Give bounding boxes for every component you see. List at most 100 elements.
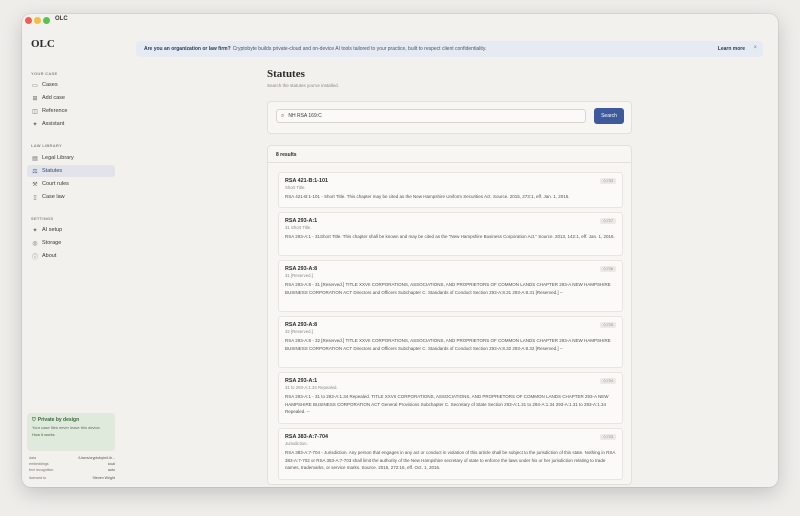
- sidebar-item-court-rules[interactable]: ⚒ Court rules: [27, 178, 115, 190]
- relevance-score-badge: 0.733: [600, 178, 616, 184]
- search-button[interactable]: Search: [594, 108, 624, 124]
- page-title: Statutes: [267, 68, 305, 80]
- learn-more-link[interactable]: Learn more: [718, 46, 745, 52]
- result-item[interactable]: RSA 293-A:1 31 to 293-A:1.34 Repealed. R…: [278, 372, 623, 424]
- database-icon: ◎: [32, 240, 38, 247]
- banner-heading: Are you an organization or law firm?: [144, 46, 231, 52]
- meta-key: data: [29, 456, 36, 460]
- shield-icon: ⛉: [32, 417, 36, 423]
- sparkle-icon: ✦: [32, 121, 38, 128]
- relevance-score-badge: 0.727: [600, 218, 616, 224]
- sidebar-item-add-case[interactable]: ⊞ Add case: [27, 92, 115, 104]
- sidebar-item-label: Add case: [42, 95, 65, 101]
- search-icon: ⌕: [281, 112, 285, 119]
- meta-value: Steven Wright: [92, 476, 115, 480]
- result-item[interactable]: RSA 383-A:7-704 Jurisdiction. RSA 383-A:…: [278, 428, 623, 480]
- sidebar-item-ai-setup[interactable]: ✦ AI setup: [27, 224, 115, 236]
- section-label-law-library: LAW LIBRARY: [31, 143, 62, 148]
- meta-key: embeddings: [29, 462, 49, 466]
- privacy-title-text: Private by design: [37, 417, 80, 423]
- banner-text: Cryptobyte builds private-cloud and on-d…: [232, 46, 487, 52]
- search-card: ⌕ NH RSA 169:C Search: [267, 101, 632, 134]
- close-window-button[interactable]: [25, 17, 32, 24]
- privacy-title: ⛉ Private by design: [32, 417, 110, 423]
- result-subtitle: 32 [Reserved.]: [285, 329, 313, 334]
- sidebar-item-statutes[interactable]: ⚖ Statutes: [27, 165, 115, 177]
- result-title: RSA 293-A:8: [285, 322, 318, 328]
- meta-value: /Users/cryptobyte/Lib...: [78, 456, 115, 460]
- sidebar-item-label: Reference: [42, 108, 68, 114]
- relevance-score-badge: 0.723: [600, 434, 616, 440]
- result-item[interactable]: RSA 293-A:8 32 [Reserved.] RSA 293-A:8 -…: [278, 316, 623, 368]
- sidebar-item-label: Storage: [42, 240, 62, 246]
- result-title: RSA 293-A:1: [285, 218, 318, 224]
- meta-row-data: data /Users/cryptobyte/Lib...: [29, 456, 115, 460]
- result-excerpt: RSA 293-A:8 - 32 [Reserved.] TITLE XXVII…: [285, 338, 611, 351]
- result-subtitle: Jurisdiction.: [285, 441, 308, 446]
- info-icon: ⓘ: [31, 254, 38, 261]
- gavel-icon: ⚒: [32, 181, 38, 188]
- sidebar-item-about[interactable]: ⓘ About: [27, 250, 115, 262]
- sidebar-item-label: Case law: [42, 194, 65, 200]
- result-title: RSA 293-A:1: [285, 378, 318, 384]
- meta-key: licensed to: [29, 476, 47, 480]
- result-title: RSA 421-B:1-101: [285, 178, 328, 184]
- privacy-description: Your case files never leave this device.: [32, 425, 101, 430]
- relevance-score-badge: 0.725: [600, 322, 616, 328]
- results-count: 8 results: [268, 146, 631, 163]
- result-excerpt: RSA 293-A:8 - 31 [Reserved.] TITLE XXVII…: [285, 282, 611, 295]
- minimize-window-button[interactable]: [34, 17, 41, 24]
- sidebar-item-label: Court rules: [42, 181, 69, 187]
- sidebar-item-storage[interactable]: ◎ Storage: [27, 237, 115, 249]
- book-icon: ◫: [32, 108, 38, 115]
- sidebar-item-case-law[interactable]: ▯ Case law: [27, 191, 115, 203]
- relevance-score-badge: 0.724: [600, 378, 616, 384]
- sidebar-item-cases[interactable]: ▭ Cases: [27, 79, 115, 91]
- result-title: RSA 293-A:8: [285, 266, 318, 272]
- page-subtitle: Search the statutes you've installed.: [267, 83, 339, 88]
- privacy-card[interactable]: ⛉ Private by design Your case files neve…: [27, 413, 115, 451]
- results-card: 8 results RSA 421-B:1-101 Short Title. R…: [267, 145, 632, 485]
- sidebar-item-label: Legal Library: [42, 155, 74, 161]
- app-brand: OLC: [31, 38, 55, 50]
- result-excerpt: RSA 383-A:7-704 - Jurisdiction. Any pers…: [285, 450, 616, 470]
- result-item[interactable]: RSA 293-A:1 31 Short Title. RSA 293-A:1 …: [278, 212, 623, 256]
- plus-square-icon: ⊞: [32, 95, 38, 102]
- how-it-works-link[interactable]: How it works: [32, 432, 110, 437]
- search-input[interactable]: ⌕ NH RSA 169:C: [276, 109, 586, 123]
- sparkle-icon: ✦: [32, 227, 38, 234]
- result-item[interactable]: RSA 421-B:1-101 Short Title. RSA 421-B:1…: [278, 172, 623, 208]
- sidebar-item-assistant[interactable]: ✦ Assistant: [27, 118, 115, 130]
- section-label-settings: SETTINGS: [31, 216, 54, 221]
- meta-value: auto: [108, 468, 115, 472]
- sidebar-item-label: About: [42, 253, 57, 259]
- document-icon: ▯: [33, 194, 37, 201]
- meta-value: local: [107, 462, 115, 466]
- window-title: OLC: [55, 16, 68, 22]
- result-subtitle: 31 [Reserved.]: [285, 273, 313, 278]
- zoom-window-button[interactable]: [43, 17, 50, 24]
- section-label-your-case: YOUR CASE: [31, 71, 58, 76]
- result-subtitle: Short Title.: [285, 185, 306, 190]
- title-bar: OLC: [22, 14, 778, 28]
- result-title: RSA 383-A:7-704: [285, 434, 328, 440]
- result-item[interactable]: RSA 293-A:8 31 [Reserved.] RSA 293-A:8 -…: [278, 260, 623, 312]
- library-icon: ▤: [32, 155, 38, 162]
- result-excerpt: RSA 421-B:1-101 - Short Title. This chap…: [285, 194, 570, 199]
- meta-row-text-recognition: text recognition auto: [29, 468, 115, 472]
- result-excerpt: RSA 293-A:1 - 31 to 293-A:1.34 Repealed.…: [285, 394, 609, 414]
- meta-row-embeddings: embeddings local: [29, 462, 115, 466]
- promo-banner: Are you an organization or law firm? Cry…: [136, 41, 763, 57]
- sidebar-item-label: Cases: [42, 82, 58, 88]
- relevance-score-badge: 0.726: [600, 266, 616, 272]
- meta-key: text recognition: [29, 468, 54, 472]
- sidebar-item-reference[interactable]: ◫ Reference: [27, 105, 115, 117]
- sidebar-item-label: Assistant: [42, 121, 65, 127]
- result-subtitle: 31 to 293-A:1.34 Repealed.: [285, 385, 338, 390]
- result-subtitle: 31 Short Title.: [285, 225, 312, 230]
- scales-icon: ⚖: [32, 168, 38, 175]
- search-input-value: NH RSA 169:C: [288, 113, 322, 119]
- sidebar-item-legal-library[interactable]: ▤ Legal Library: [27, 152, 115, 164]
- briefcase-icon: ▭: [32, 82, 38, 89]
- close-icon[interactable]: ×: [753, 45, 757, 51]
